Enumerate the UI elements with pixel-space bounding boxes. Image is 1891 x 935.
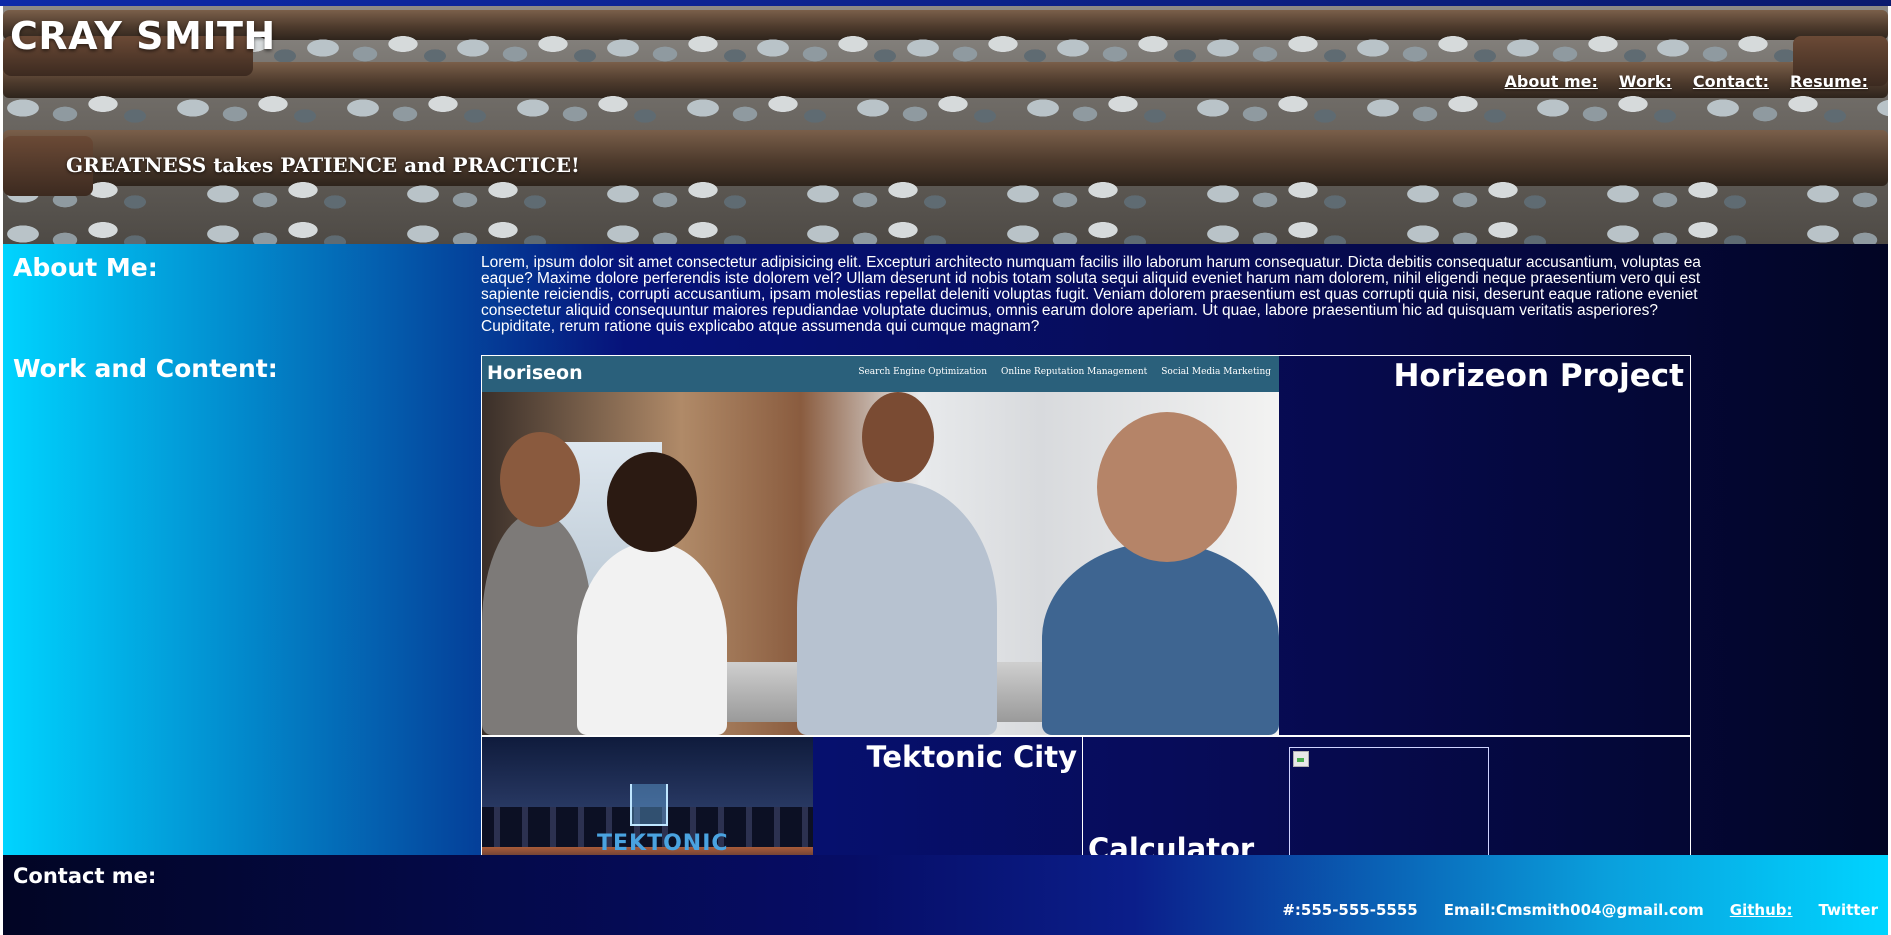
hero-gravel xyxy=(3,96,1888,132)
horizeon-screenshot-header: Horiseon Search Engine Optimization Onli… xyxy=(482,356,1279,392)
horizeon-screenshot-link: Online Reputation Management xyxy=(1001,367,1148,377)
tektonic-logo-text: TEKTONIC xyxy=(597,831,729,856)
hero-gravel xyxy=(3,182,1888,244)
project-card-horizeon[interactable]: Horiseon Search Engine Optimization Onli… xyxy=(482,356,1690,737)
work-heading: Work and Content: xyxy=(13,354,278,383)
contact-phone: #:555-555-5555 xyxy=(1282,901,1418,919)
contact-links: #:555-555-5555 Email:Cmsmith004@gmail.co… xyxy=(1282,901,1878,919)
about-heading: About Me: xyxy=(13,253,158,282)
contact-footer: Contact me: #:555-555-5555 Email:Cmsmith… xyxy=(3,855,1888,935)
main-nav: About me: Work: Contact: Resume: xyxy=(1505,72,1868,91)
nav-link-contact[interactable]: Contact: xyxy=(1693,72,1769,91)
photo-head xyxy=(607,452,697,552)
tektonic-glass-icon xyxy=(630,784,668,826)
nav-link-resume[interactable]: Resume: xyxy=(1790,72,1868,91)
nav-link-about[interactable]: About me: xyxy=(1505,72,1598,91)
horizeon-photo-meeting xyxy=(482,392,1279,735)
horizeon-screenshot-nav: Search Engine Optimization Online Reputa… xyxy=(858,367,1271,377)
twitter-link[interactable]: Twitter xyxy=(1819,901,1879,919)
horizeon-screenshot-link: Search Engine Optimization xyxy=(858,367,988,377)
horizeon-screenshot-link: Social Media Marketing xyxy=(1161,367,1271,377)
hero-tagline: GREATNESS takes PATIENCE and PRACTICE! xyxy=(66,153,580,177)
photo-person xyxy=(577,542,727,735)
contact-heading: Contact me: xyxy=(13,864,157,888)
photo-person xyxy=(482,512,592,735)
hero-banner: CRAY SMITH About me: Work: Contact: Resu… xyxy=(3,6,1888,244)
github-link[interactable]: Github: xyxy=(1730,901,1793,919)
contact-email: Email:Cmsmith004@gmail.com xyxy=(1443,901,1704,919)
nav-link-work[interactable]: Work: xyxy=(1619,72,1672,91)
site-title: CRAY SMITH xyxy=(10,14,276,58)
photo-head xyxy=(1097,412,1237,562)
project-title-tektonic: Tektonic City xyxy=(866,740,1077,774)
photo-person xyxy=(797,482,997,735)
page-frame: CRAY SMITH About me: Work: Contact: Resu… xyxy=(3,6,1888,935)
photo-person xyxy=(1042,542,1279,735)
photo-head xyxy=(862,392,934,482)
photo-head xyxy=(500,432,580,527)
work-grid: Horiseon Search Engine Optimization Onli… xyxy=(481,355,1691,935)
broken-image-icon xyxy=(1293,751,1309,767)
about-paragraph: Lorem, ipsum dolor sit amet consectetur … xyxy=(481,254,1701,335)
horizeon-logo: Horiseon xyxy=(487,362,583,384)
horizeon-screenshot[interactable]: Horiseon Search Engine Optimization Onli… xyxy=(482,356,1279,735)
project-title-horizeon: Horizeon Project xyxy=(1393,358,1684,394)
hero-gravel xyxy=(3,36,1888,62)
